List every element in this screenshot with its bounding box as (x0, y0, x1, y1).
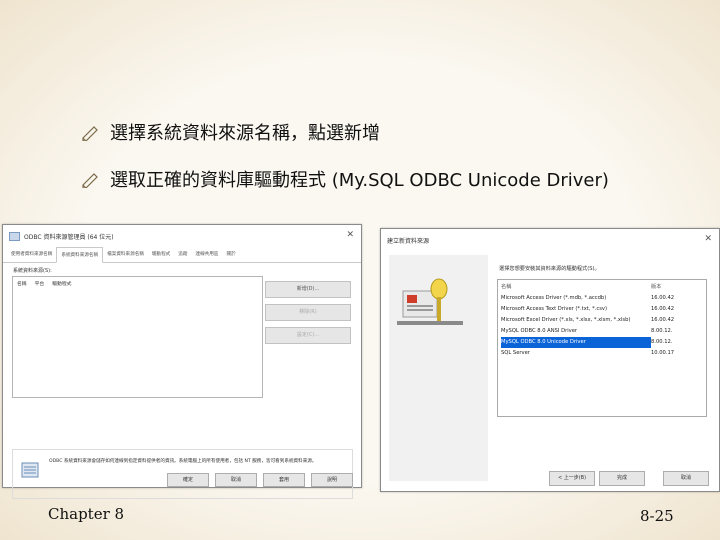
driver-name: Microsoft Access Text Driver (*.txt, *.c… (501, 306, 608, 312)
remove-button[interactable]: 移除(R) (265, 304, 351, 321)
page-number: 8-25 (640, 507, 674, 525)
bullet-text: 選擇系統資料來源名稱，點選新增 (110, 123, 380, 144)
column-header-name[interactable]: 名稱 (501, 283, 651, 290)
configure-button[interactable]: 設定(C)... (265, 327, 351, 344)
driver-row[interactable]: SQL Server 10.00.17 (498, 348, 706, 359)
bullet-list: 選擇系統資料來源名稱，點選新增 選取正確的資料庫驅動程式 (My.SQL ODB… (80, 112, 700, 206)
window-titlebar: ODBC 資料來源管理員 (64 位元) ✕ (3, 225, 361, 247)
odbc-app-icon (9, 231, 20, 241)
driver-name: MySQL ODBC 8.0 ANSI Driver (501, 328, 578, 334)
driver-row[interactable]: Microsoft Access Text Driver (*.txt, *.c… (498, 304, 706, 315)
dialog-title: 建立新資料來源 (387, 237, 430, 245)
driver-row[interactable]: Microsoft Access Driver (*.mdb, *.accdb)… (498, 293, 706, 304)
tab-file-dsn[interactable]: 檔案資料來源名稱 (103, 247, 148, 262)
driver-version: 8.00.12. (651, 328, 673, 334)
driver-name: SQL Server (501, 350, 530, 356)
apply-button[interactable]: 套用 (263, 473, 305, 487)
tab-bar: 使用者資料來源名稱 系統資料來源名稱 檔案資料來源名稱 驅動程式 追蹤 連線共用… (3, 247, 361, 263)
new-datasource-dialog: 建立新資料來源 ✕ 選擇您想要安裝其資料來源的驅動程式(S)。 名稱 版本 Mi… (380, 228, 720, 492)
driver-name: Microsoft Excel Driver (*.xls, *.xlsx, *… (501, 317, 631, 323)
column-header[interactable]: 驅動程式 (52, 280, 71, 287)
info-text: ODBC 系統資料來源會儲存如何連線到指定資料提供者的資訊。系統電腦上的所有使用… (49, 459, 317, 464)
driver-row[interactable]: MySQL ODBC 8.0 ANSI Driver 8.00.12. (498, 326, 706, 337)
column-header-version[interactable]: 版本 (651, 283, 661, 290)
close-icon[interactable]: ✕ (704, 234, 712, 244)
driver-name: MySQL ODBC 8.0 Unicode Driver (501, 337, 651, 348)
help-button[interactable]: 說明 (311, 473, 353, 487)
driver-version: 8.00.12. (651, 339, 673, 345)
driver-version: 16.00.42 (651, 295, 675, 301)
driver-version: 10.00.17 (651, 350, 675, 356)
tab-tracing[interactable]: 追蹤 (174, 247, 191, 262)
tab-system-dsn[interactable]: 系統資料來源名稱 (56, 247, 104, 263)
tab-drivers[interactable]: 驅動程式 (148, 247, 174, 262)
pencil-bullet-icon (82, 173, 98, 188)
system-dsn-list[interactable]: 名稱 平台 驅動程式 (12, 276, 263, 398)
finish-button[interactable]: 完成 (599, 471, 645, 486)
back-button[interactable]: < 上一步(B) (549, 471, 595, 486)
window-title: ODBC 資料來源管理員 (64 位元) (24, 233, 114, 241)
driver-version: 16.00.42 (651, 306, 675, 312)
add-button[interactable]: 新增(D)... (265, 281, 351, 298)
list-column-headers: 名稱 平台 驅動程式 (13, 277, 262, 290)
bullet-item: 選取正確的資料庫驅動程式 (My.SQL ODBC Unicode Driver… (80, 159, 700, 199)
close-icon[interactable]: ✕ (346, 230, 354, 240)
column-header[interactable]: 平台 (35, 280, 45, 287)
driver-row[interactable]: Microsoft Excel Driver (*.xls, *.xlsx, *… (498, 315, 706, 326)
column-header[interactable]: 名稱 (17, 280, 27, 287)
driver-list-header: 名稱 版本 (498, 280, 706, 293)
chapter-label: Chapter 8 (48, 505, 125, 523)
bullet-text: 選取正確的資料庫驅動程式 (My.SQL ODBC Unicode Driver… (110, 170, 609, 191)
ok-button[interactable]: 確定 (167, 473, 209, 487)
tab-connection-pooling[interactable]: 連線共用區 (191, 247, 222, 262)
dialog-titlebar: 建立新資料來源 ✕ (381, 229, 719, 251)
bullet-item: 選擇系統資料來源名稱，點選新增 (80, 112, 700, 152)
database-info-icon (21, 462, 39, 478)
pencil-bullet-icon (82, 126, 98, 141)
driver-version: 16.00.42 (651, 317, 675, 323)
driver-row-selected[interactable]: MySQL ODBC 8.0 Unicode Driver 8.00.12. (498, 337, 706, 348)
driver-prompt: 選擇您想要安裝其資料來源的驅動程式(S)。 (499, 266, 600, 272)
driver-name: Microsoft Access Driver (*.mdb, *.accdb) (501, 295, 607, 301)
tab-about[interactable]: 關於 (222, 247, 239, 262)
datasource-wizard-icon (397, 278, 463, 325)
system-dsn-label: 系統資料來源(S): (13, 268, 52, 274)
tab-panel: 系統資料來源(S): 名稱 平台 驅動程式 新增(D)... 移除(R) 設定(… (3, 263, 361, 499)
tab-user-dsn[interactable]: 使用者資料來源名稱 (7, 247, 56, 262)
cancel-button[interactable]: 取消 (663, 471, 709, 486)
cancel-button[interactable]: 取消 (215, 473, 257, 487)
driver-list[interactable]: 名稱 版本 Microsoft Access Driver (*.mdb, *.… (497, 279, 707, 417)
odbc-admin-window: ODBC 資料來源管理員 (64 位元) ✕ 使用者資料來源名稱 系統資料來源名… (2, 224, 362, 499)
